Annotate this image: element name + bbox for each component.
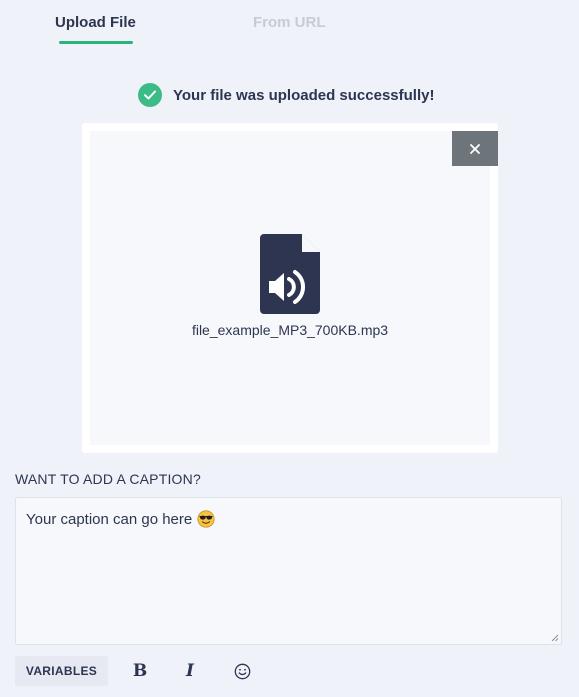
file-preview-card: file_example_MP3_700KB.mp3 (82, 123, 498, 453)
tab-bar: Upload File From URL (0, 0, 579, 48)
variables-button[interactable]: VARIABLES (15, 656, 108, 686)
audio-file-icon (260, 234, 320, 314)
close-icon (470, 143, 480, 154)
bold-button[interactable]: B (128, 659, 152, 683)
upload-success-message: Your file was uploaded successfully! (138, 83, 434, 107)
resize-handle-icon[interactable] (549, 632, 559, 642)
caption-text: Your caption can go here (26, 510, 215, 528)
check-circle-icon (138, 83, 162, 107)
file-preview-area: file_example_MP3_700KB.mp3 (90, 131, 498, 445)
active-tab-indicator (59, 41, 133, 44)
tab-from-url[interactable]: From URL (253, 14, 326, 31)
smiley-icon (234, 663, 250, 679)
success-text: Your file was uploaded successfully! (173, 86, 435, 104)
tab-upload-file[interactable]: Upload File (55, 14, 136, 31)
file-name: file_example_MP3_700KB.mp3 (191, 322, 389, 338)
remove-file-button[interactable] (452, 131, 498, 166)
caption-toolbar: VARIABLES B I (15, 655, 562, 687)
emoji-button[interactable] (230, 659, 254, 683)
caption-input[interactable]: Your caption can go here (15, 497, 562, 645)
caption-label: WANT TO ADD A CAPTION? (15, 471, 201, 487)
italic-button[interactable]: I (178, 659, 202, 683)
caption-value: Your caption can go here (26, 510, 193, 528)
sunglasses-face-emoji (197, 510, 215, 528)
